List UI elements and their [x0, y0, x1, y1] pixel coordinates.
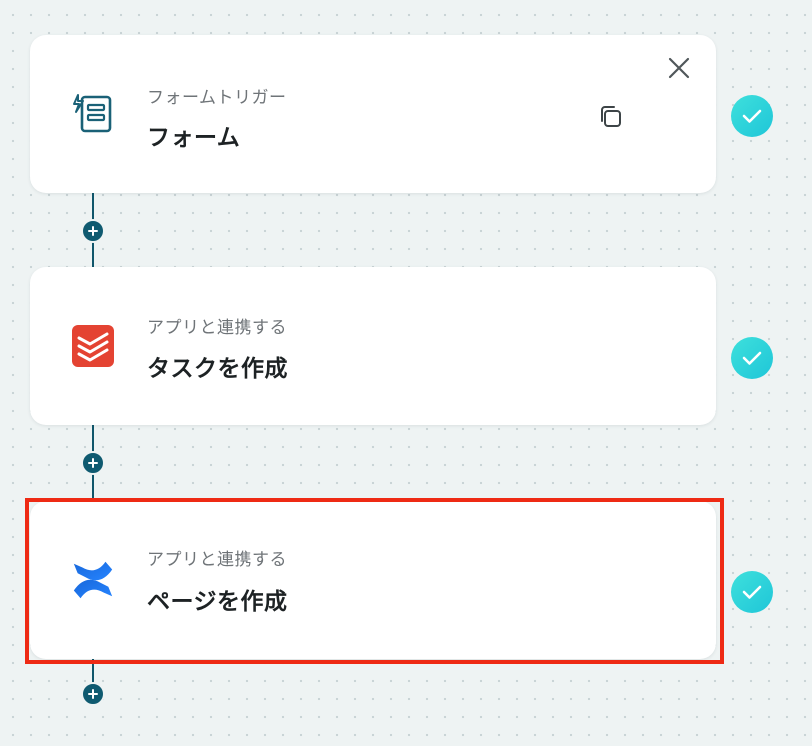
status-check-icon	[731, 337, 773, 379]
plus-icon	[88, 689, 98, 699]
step-type-label: アプリと連携する	[147, 318, 287, 338]
delete-step-button[interactable]	[667, 56, 691, 80]
status-check-icon	[731, 571, 773, 613]
plus-icon	[88, 226, 98, 236]
add-step-button[interactable]	[81, 219, 105, 243]
step-title: ページを作成	[147, 589, 288, 615]
step-type-label: アプリと連携する	[147, 550, 287, 570]
close-icon	[668, 57, 690, 79]
step-title: タスクを作成	[147, 356, 288, 382]
confluence-icon	[70, 557, 116, 603]
duplicate-button[interactable]	[596, 102, 626, 132]
add-step-button[interactable]	[81, 682, 105, 706]
step-type-label: フォームトリガー	[147, 88, 287, 108]
flow-step-card-confluence[interactable]: アプリと連携する ページを作成	[30, 501, 716, 659]
add-step-button[interactable]	[81, 451, 105, 475]
plus-icon	[88, 458, 98, 468]
flow-step-card-form-trigger[interactable]: フォームトリガー フォーム	[30, 35, 716, 193]
form-trigger-icon	[70, 91, 116, 137]
step-title: フォーム	[147, 125, 241, 151]
copy-icon	[601, 106, 621, 127]
status-check-icon	[731, 95, 773, 137]
flow-step-card-todoist[interactable]: アプリと連携する タスクを作成	[30, 267, 716, 425]
todoist-icon	[70, 323, 116, 369]
